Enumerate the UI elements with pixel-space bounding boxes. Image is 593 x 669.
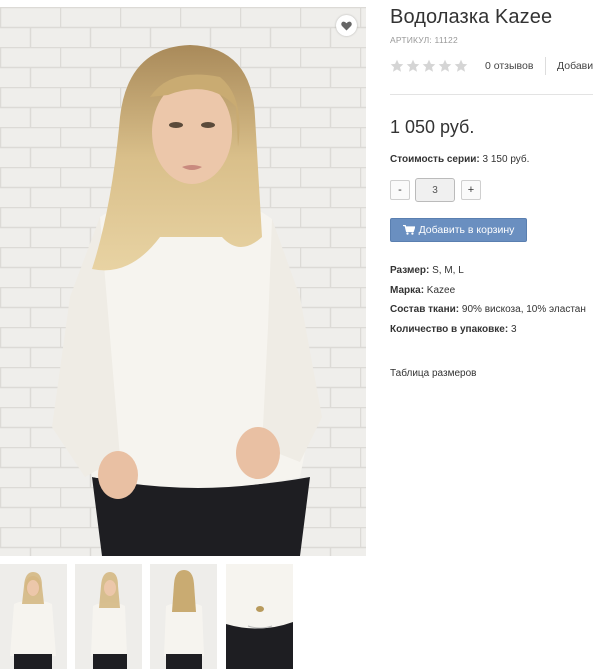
property-size-value: S, M, L <box>429 265 464 276</box>
model-photo-image <box>0 7 366 556</box>
property-fabric: Состав ткани: 90% вискоза, 10% эластан <box>390 303 586 323</box>
divider <box>390 94 593 95</box>
rating-stars[interactable] <box>390 59 468 73</box>
product-price: 1 050 руб. <box>390 117 475 137</box>
thumbnail-1-image <box>0 564 67 669</box>
product-sku: АРТИКУЛ: 11122 <box>390 35 458 45</box>
property-pack-quantity: Количество в упаковке: 3 <box>390 323 586 343</box>
property-fabric-label: Состав ткани: <box>390 304 460 315</box>
heart-icon <box>341 21 352 30</box>
rating-separator <box>545 57 546 75</box>
thumbnail-2[interactable] <box>75 564 142 669</box>
quantity-input[interactable] <box>415 178 455 202</box>
quantity-increase-button[interactable]: + <box>461 180 481 200</box>
quantity-stepper: - + <box>390 178 490 202</box>
add-review-link[interactable]: Добавить отзыв <box>557 60 593 72</box>
thumbnail-2-image <box>75 564 142 669</box>
property-brand-value: Kazee <box>424 284 456 296</box>
reviews-count-link[interactable]: 0 отзывов <box>485 60 533 72</box>
series-cost: Стоимость серии: 3 150 руб. <box>390 154 529 165</box>
series-cost-label: Стоимость серии: <box>390 154 480 165</box>
property-size: Размер: S, M, L <box>390 264 586 284</box>
add-to-cart-button[interactable]: Добавить в корзину <box>390 218 527 242</box>
property-fabric-value: 90% вискоза, 10% эластан <box>459 304 586 315</box>
series-cost-value: 3 150 руб. <box>479 154 530 165</box>
thumbnail-4-image <box>226 564 293 669</box>
star-icon[interactable] <box>454 59 468 73</box>
thumbnail-3[interactable] <box>150 564 217 669</box>
star-icon[interactable] <box>438 59 452 73</box>
property-size-label: Размер: <box>390 265 430 276</box>
thumbnail-3-image <box>150 564 217 669</box>
thumbnail-1[interactable] <box>0 564 67 669</box>
thumbnail-4[interactable] <box>226 564 293 669</box>
property-brand: Марка: Kazee <box>390 284 586 304</box>
main-product-photo[interactable] <box>0 7 366 556</box>
product-info-panel: Водолазка Kazee АРТИКУЛ: 11122 0 отзывов… <box>390 0 593 669</box>
property-brand-label: Марка: <box>390 284 425 296</box>
rating-row: 0 отзывов Добавить отзыв <box>390 57 593 77</box>
star-icon[interactable] <box>390 59 404 73</box>
property-pack-quantity-label: Количество в упаковке: <box>390 323 509 335</box>
cart-icon <box>402 225 415 235</box>
product-properties: Размер: S, M, L Марка: Kazee Состав ткан… <box>390 264 586 342</box>
favorite-button[interactable] <box>336 15 357 36</box>
property-pack-quantity-value: 3 <box>508 323 517 335</box>
add-to-cart-label: Добавить в корзину <box>418 224 515 236</box>
quantity-decrease-button[interactable]: - <box>390 180 410 200</box>
product-title: Водолазка Kazee <box>390 6 553 28</box>
size-table-link[interactable]: Таблица размеров <box>390 368 476 379</box>
star-icon[interactable] <box>422 59 436 73</box>
star-icon[interactable] <box>406 59 420 73</box>
thumbnail-strip <box>0 564 366 669</box>
